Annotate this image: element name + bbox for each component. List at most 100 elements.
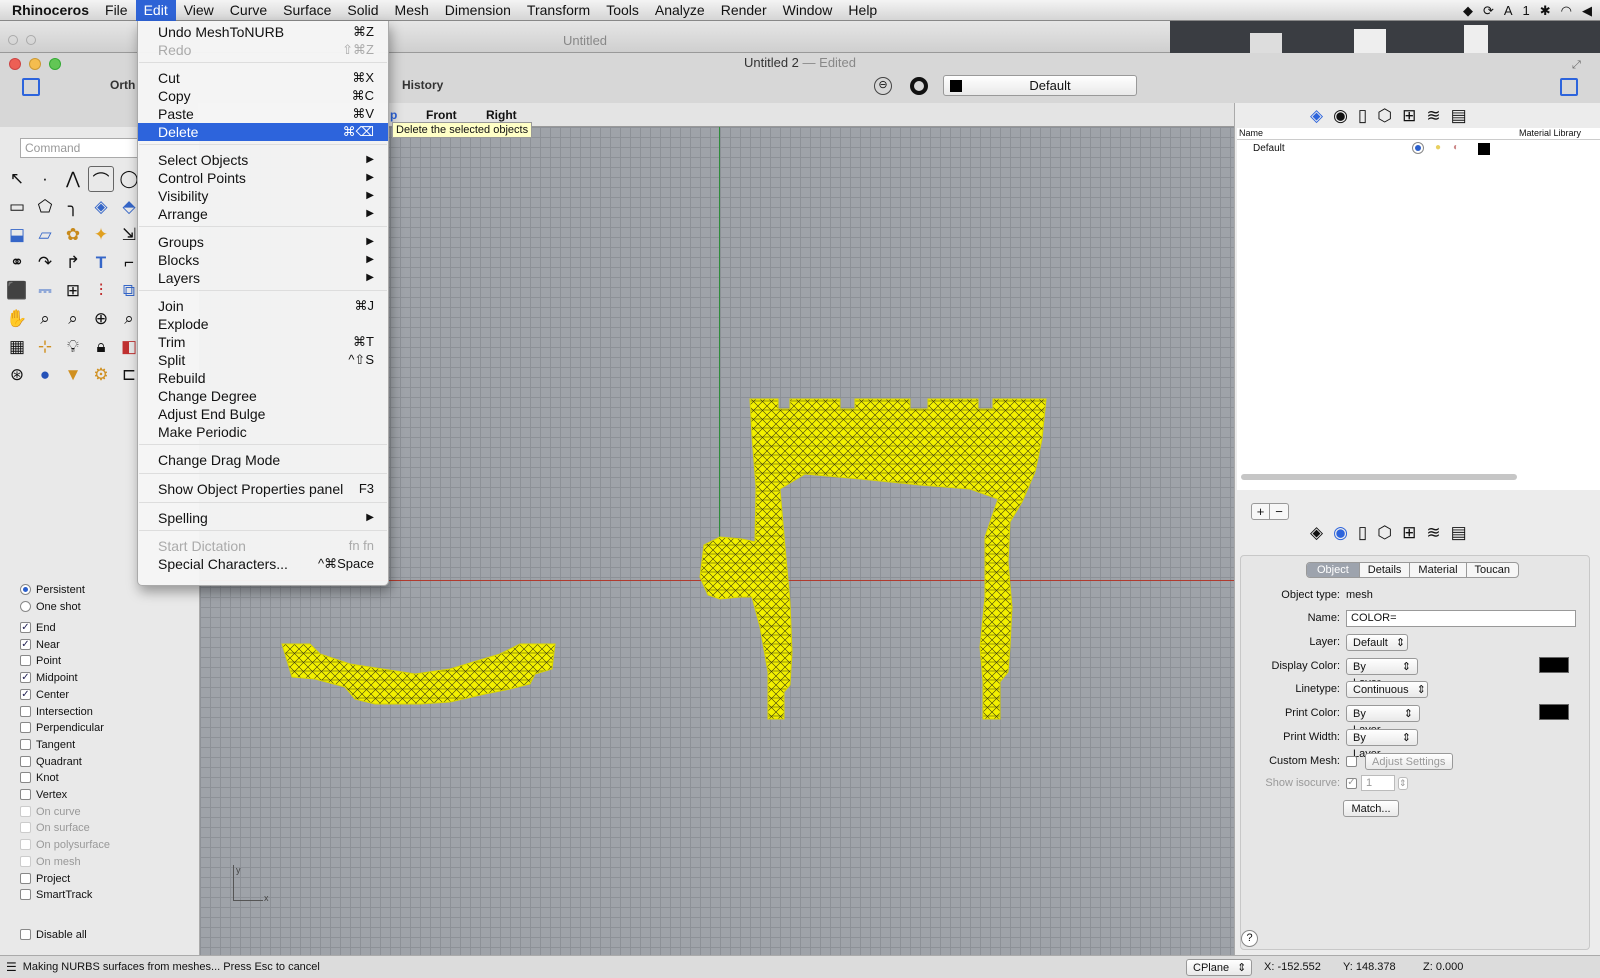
osnap-end[interactable]: ✓ End: [20, 619, 56, 636]
display-color-swatch[interactable]: [1539, 657, 1569, 673]
solid-icon[interactable]: ⬛: [4, 278, 30, 304]
menu-render[interactable]: Render: [713, 0, 775, 21]
left-mesh[interactable]: [281, 643, 556, 705]
sync-icon[interactable]: ⟳: [1483, 3, 1494, 19]
gumball-icon[interactable]: ⊖: [874, 77, 892, 95]
zoom-icon[interactable]: ⌕: [32, 306, 58, 332]
menu-surface[interactable]: Surface: [275, 0, 339, 21]
menu-window[interactable]: Window: [775, 0, 841, 21]
thumbnail[interactable]: [1250, 33, 1282, 53]
unlock-icon[interactable]: ◐: [1453, 142, 1459, 153]
tab-right[interactable]: Right: [486, 108, 517, 122]
current-layer-icon[interactable]: [1412, 142, 1424, 154]
fillet-icon[interactable]: ╮: [60, 194, 86, 220]
cplane-popup[interactable]: CPlane ⇕: [1186, 959, 1252, 976]
grid-icon[interactable]: ⊞: [60, 278, 86, 304]
menu-edit[interactable]: Edit: [135, 0, 176, 21]
document-icon[interactable]: ▯: [1358, 523, 1367, 543]
menu-item-show-object-properties-panel[interactable]: Show Object Properties panel F3: [138, 480, 388, 498]
menu-view[interactable]: View: [176, 0, 222, 21]
viewports-icon[interactable]: ⊞: [1402, 523, 1416, 543]
surface-icon[interactable]: ◈: [88, 194, 114, 220]
remove-layer-button[interactable]: −: [1270, 504, 1288, 519]
menu-item-cut[interactable]: Cut ⌘X: [138, 69, 388, 87]
print-color-popup[interactable]: By Layer ⇕: [1346, 704, 1420, 736]
layer-color-swatch[interactable]: [1478, 143, 1490, 155]
cube-icon[interactable]: ⬡: [1377, 523, 1392, 543]
menu-item-explode[interactable]: Explode: [138, 315, 388, 333]
right-mesh[interactable]: [699, 398, 1047, 720]
menu-dimension[interactable]: Dimension: [437, 0, 519, 21]
select-arrow-icon[interactable]: ↖: [4, 166, 30, 192]
menu-curve[interactable]: Curve: [222, 0, 275, 21]
lock-icon[interactable]: 🔒︎: [88, 334, 114, 360]
menu-item-delete[interactable]: Delete ⌘⌫: [138, 123, 388, 141]
print-width-popup[interactable]: By Layer ⇕: [1346, 728, 1418, 760]
osnap-midpoint[interactable]: ✓ Midpoint: [20, 669, 78, 686]
light-icon[interactable]: 💡︎: [60, 334, 86, 360]
layer-popup[interactable]: Default ⇕: [1346, 633, 1408, 651]
history-button[interactable]: History: [402, 78, 443, 92]
osnap-knot[interactable]: Knot: [20, 769, 59, 786]
network-icon[interactable]: ⚭: [4, 250, 30, 276]
wifi-icon[interactable]: ◠: [1561, 3, 1572, 19]
materials-icon[interactable]: ≋: [1426, 523, 1440, 543]
osnap-icon[interactable]: ⊹: [32, 334, 58, 360]
settings-icon[interactable]: ⚙: [88, 362, 114, 388]
cube-icon[interactable]: ⬡: [1377, 106, 1392, 126]
menu-item-undo-meshtonurb[interactable]: Undo MeshToNURB ⌘Z: [138, 23, 388, 41]
menu-item-visibility[interactable]: Visibility ▶: [138, 187, 388, 205]
tab-front[interactable]: Front: [426, 108, 457, 122]
right-sidebar-toggle-icon[interactable]: [1560, 78, 1578, 96]
menu-item-adjust-end-bulge[interactable]: Adjust End Bulge: [138, 405, 388, 423]
menu-item-split[interactable]: Split ^⇧S: [138, 351, 388, 369]
sphere-icon[interactable]: ●: [32, 362, 58, 388]
rectangle-icon[interactable]: ▭: [4, 194, 30, 220]
curve-icon[interactable]: ⌒: [88, 166, 114, 192]
record-icon[interactable]: [910, 77, 928, 95]
left-sidebar-toggle-icon[interactable]: [22, 78, 40, 96]
adjust-settings-button[interactable]: Adjust Settings: [1365, 752, 1453, 770]
visible-bulb-icon[interactable]: ●: [1435, 142, 1441, 153]
mesh-icon[interactable]: ✿: [60, 222, 86, 248]
osnap-smarttrack[interactable]: SmartTrack: [20, 886, 92, 903]
grid-snap-icon[interactable]: ▦: [4, 334, 30, 360]
osnap-project[interactable]: Project: [20, 870, 70, 887]
box-icon[interactable]: ⬓: [4, 222, 30, 248]
color-icon[interactable]: ▼: [60, 362, 86, 388]
menu-item-layers[interactable]: Layers ▶: [138, 269, 388, 287]
plane-icon[interactable]: ▱: [32, 222, 58, 248]
osnap-persistent[interactable]: Persistent: [20, 581, 85, 598]
menu-item-change-drag-mode[interactable]: Change Drag Mode: [138, 451, 388, 469]
menu-file[interactable]: File: [97, 0, 136, 21]
osnap-near[interactable]: ✓ Near: [20, 636, 60, 653]
properties-icon[interactable]: ◉: [1333, 523, 1348, 543]
tab-object[interactable]: Object: [1307, 563, 1359, 577]
menu-item-rebuild[interactable]: Rebuild: [138, 369, 388, 387]
osnap-disable-all[interactable]: Disable all: [20, 926, 87, 943]
bluetooth-icon[interactable]: ✱: [1540, 3, 1551, 19]
menu-item-change-degree[interactable]: Change Degree: [138, 387, 388, 405]
fullscreen-icon[interactable]: ⤢: [1572, 59, 1581, 72]
osnap-tangent[interactable]: Tangent: [20, 736, 75, 753]
extend-icon[interactable]: ↱: [60, 250, 86, 276]
osnap-perpendicular[interactable]: Perpendicular: [20, 719, 104, 736]
material-library-header[interactable]: Material Library: [1519, 128, 1581, 138]
notes-icon[interactable]: ▤: [1451, 523, 1467, 543]
menu-item-blocks[interactable]: Blocks ▶: [138, 251, 388, 269]
list-icon[interactable]: ☰: [6, 960, 17, 974]
menu-item-paste[interactable]: Paste ⌘V: [138, 105, 388, 123]
pan-icon[interactable]: ✋: [4, 306, 30, 332]
menu-item-make-periodic[interactable]: Make Periodic: [138, 423, 388, 441]
menu-item-trim[interactable]: Trim ⌘T: [138, 333, 388, 351]
menu-tools[interactable]: Tools: [598, 0, 647, 21]
tab-toucan[interactable]: Toucan: [1465, 563, 1518, 577]
layers-icon[interactable]: ◈: [1310, 106, 1323, 126]
match-button[interactable]: Match...: [1343, 800, 1399, 817]
help-button[interactable]: ?: [1241, 930, 1258, 947]
osnap-point[interactable]: Point: [20, 652, 61, 669]
osnap-one-shot[interactable]: One shot: [20, 598, 81, 615]
menu-app[interactable]: Rhinoceros: [0, 0, 97, 21]
polygon-icon[interactable]: ⬠: [32, 194, 58, 220]
thumbnail[interactable]: [1354, 29, 1386, 53]
